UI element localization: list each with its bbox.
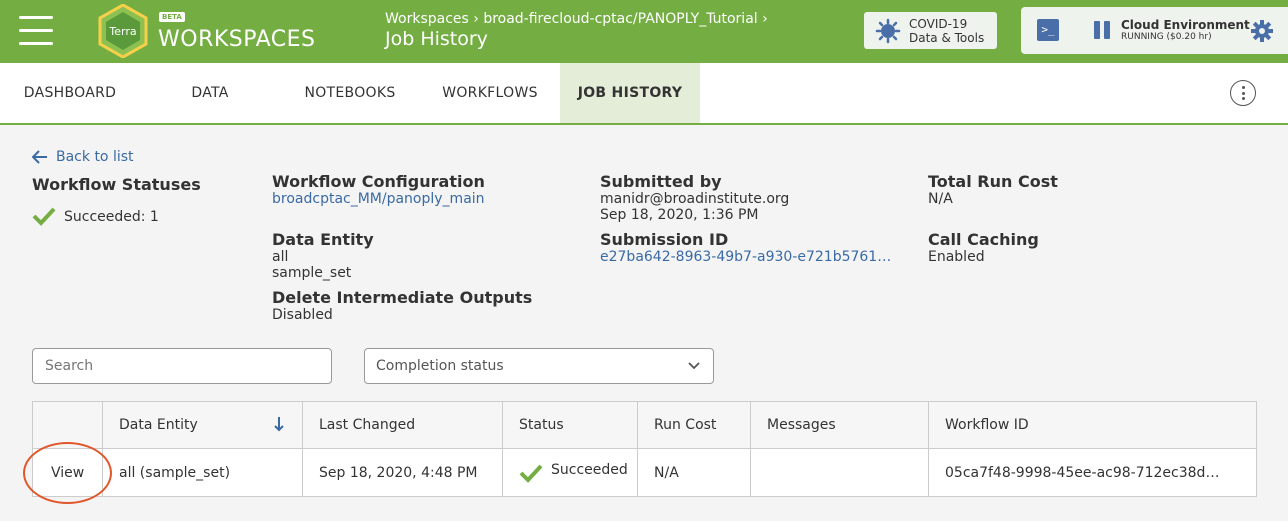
app-title[interactable]: WORKSPACES: [158, 27, 316, 52]
header-messages[interactable]: Messages: [751, 402, 929, 448]
chevron-down-icon: [688, 362, 700, 370]
header-status[interactable]: Status: [503, 402, 638, 448]
data-entity-name: all: [272, 249, 289, 265]
data-entity-type: sample_set: [272, 265, 352, 281]
total-run-cost-value: N/A: [928, 191, 953, 207]
page-title: Job History: [385, 28, 488, 50]
table-row: View all (sample_set) Sep 18, 2020, 4:48…: [33, 449, 1256, 497]
top-bar: Terra BETA WORKSPACES Workspaces › broad…: [0, 0, 1288, 63]
search-input[interactable]: [32, 348, 332, 384]
tab-workflows[interactable]: WORKFLOWS: [420, 63, 560, 123]
sort-arrow-down-icon[interactable]: [273, 416, 285, 432]
back-to-list-label: Back to list: [56, 149, 134, 165]
submission-id-heading: Submission ID: [600, 230, 729, 249]
covid-data-tools-button[interactable]: COVID-19 Data & Tools: [864, 12, 997, 49]
header-workflow-id[interactable]: Workflow ID: [929, 402, 1256, 448]
completion-status-placeholder: Completion status: [376, 358, 504, 374]
row-run-cost: N/A: [638, 449, 751, 497]
more-options-icon[interactable]: [1230, 80, 1256, 106]
workflow-configuration-heading: Workflow Configuration: [272, 172, 485, 191]
covid-label: COVID-19 Data & Tools: [909, 17, 984, 45]
logo-text: Terra: [108, 25, 136, 38]
workflow-table: Data Entity Last Changed Status Run Cost…: [32, 401, 1257, 497]
hamburger-menu-icon[interactable]: [19, 16, 53, 46]
virus-icon: [875, 18, 901, 43]
workflow-configuration-link[interactable]: broadcptac_MM/panoply_main: [272, 191, 485, 207]
submission-id-link[interactable]: e27ba642-8963-49b7-a930-e721b5761…: [600, 249, 891, 265]
gear-icon[interactable]: [1250, 19, 1274, 43]
row-last-changed: Sep 18, 2020, 4:48 PM: [303, 449, 503, 497]
header-data-entity[interactable]: Data Entity: [103, 402, 303, 448]
row-status-label: Succeeded: [551, 462, 628, 478]
checkmark-icon: [32, 207, 56, 226]
arrow-left-icon: [32, 150, 47, 164]
workspace-tabs: DASHBOARD DATA NOTEBOOKS WORKFLOWS JOB H…: [0, 63, 1288, 125]
beta-badge: BETA: [159, 12, 185, 22]
header-run-cost[interactable]: Run Cost: [638, 402, 751, 448]
covid-label-line1: COVID-19: [909, 16, 968, 31]
row-workflow-id-link[interactable]: 05ca7f48-9998-45ee-ac98-712ec38d…: [929, 449, 1256, 497]
terra-logo[interactable]: Terra: [96, 4, 150, 58]
row-status: Succeeded: [503, 449, 638, 497]
covid-label-line2: Data & Tools: [909, 30, 985, 45]
workflow-statuses-heading: Workflow Statuses: [32, 175, 201, 194]
cloud-environment-title[interactable]: Cloud Environment: [1121, 18, 1250, 32]
row-messages: [751, 449, 929, 497]
tab-notebooks[interactable]: NOTEBOOKS: [280, 63, 420, 123]
header-data-entity-label: Data Entity: [119, 417, 198, 433]
status-succeeded-count: Succeeded: 1: [64, 209, 159, 225]
submitted-date: Sep 18, 2020, 1:36 PM: [600, 207, 759, 223]
row-data-entity: all (sample_set): [103, 449, 303, 497]
pause-icon[interactable]: [1094, 21, 1112, 39]
total-run-cost-heading: Total Run Cost: [928, 172, 1058, 191]
back-to-list-link[interactable]: Back to list: [32, 149, 134, 165]
completion-status-select[interactable]: Completion status: [364, 348, 714, 384]
submitted-by-user: manidr@broadinstitute.org: [600, 191, 790, 207]
cloud-environment-status: RUNNING ($0.20 hr): [1121, 32, 1212, 42]
delete-intermediate-value: Disabled: [272, 307, 333, 323]
data-entity-heading: Data Entity: [272, 230, 374, 249]
call-caching-heading: Call Caching: [928, 230, 1039, 249]
call-caching-value: Enabled: [928, 249, 985, 265]
header-last-changed[interactable]: Last Changed: [303, 402, 503, 448]
checkmark-icon: [519, 464, 543, 483]
table-header-row: Data Entity Last Changed Status Run Cost…: [33, 402, 1256, 449]
highlight-circle: [23, 442, 112, 504]
breadcrumb[interactable]: Workspaces › broad-firecloud-cptac/PANOP…: [385, 11, 768, 27]
delete-intermediate-heading: Delete Intermediate Outputs: [272, 288, 533, 307]
tab-dashboard[interactable]: DASHBOARD: [0, 63, 140, 123]
terminal-icon[interactable]: >_: [1037, 19, 1059, 41]
tab-job-history[interactable]: JOB HISTORY: [560, 63, 700, 123]
submitted-by-heading: Submitted by: [600, 172, 722, 191]
tab-data[interactable]: DATA: [140, 63, 280, 123]
cloud-environment-panel: >_ Cloud Environment RUNNING ($0.20 hr): [1021, 7, 1288, 54]
